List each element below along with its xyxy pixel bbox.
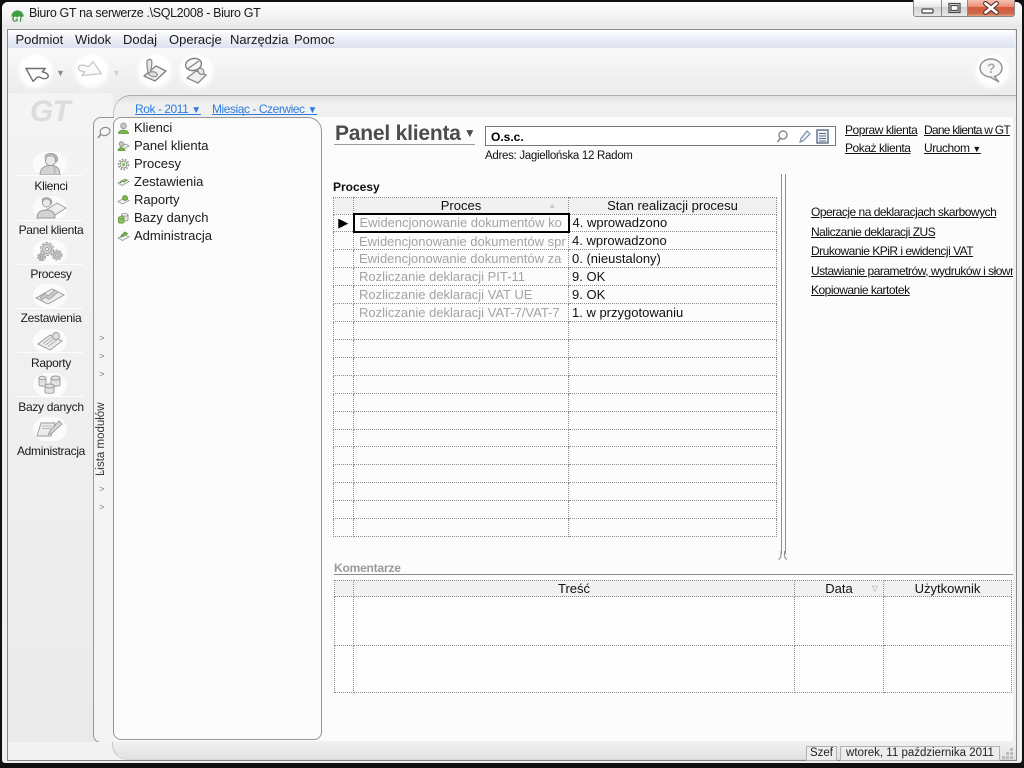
svg-text:GT: GT — [12, 15, 24, 24]
svg-text:?: ? — [987, 60, 996, 76]
